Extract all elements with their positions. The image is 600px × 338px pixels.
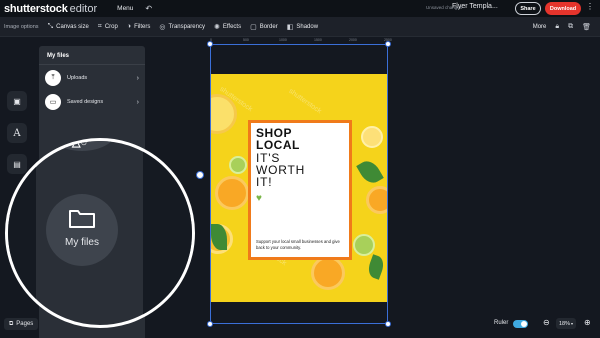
folder-icon [69,210,95,228]
app-logo[interactable]: shutterstock [4,3,68,15]
image-icon: ▣ [13,96,21,106]
ruler-toggle[interactable] [513,320,528,328]
crop-label: Crop [104,23,118,30]
filters-button[interactable]: ◑ Filters [127,23,151,30]
border-label: Border [259,23,278,30]
app-logo-suffix: editor [69,2,98,15]
uploads-item[interactable]: ⤒ Uploads › [45,68,139,88]
saved-designs-label: Saved designs [67,99,104,105]
filters-label: Filters [134,23,151,30]
download-button[interactable]: Download [545,2,581,15]
panel-divider [39,64,145,65]
text-tool[interactable]: A [7,123,27,143]
pages-icon: ⧉ [9,320,14,327]
more-options-icon[interactable]: ⋮ [586,2,594,11]
toolbar-label: Image options [4,23,39,30]
ruler-tick: 1000 [279,38,287,42]
share-button[interactable]: Share [515,2,541,15]
saved-icon: ▭ [45,94,61,110]
shadow-icon: ◧ [286,23,294,31]
effects-label: Effects [222,23,242,30]
effects-button[interactable]: ✺ Effects [214,23,241,31]
document-title[interactable]: Flyer Templa... [452,3,498,10]
toolbar-right-actions: More 🔒︎ ⧉ 🗑︎ [533,17,600,37]
image-options-toolbar: Image options ⤡ Canvas size ⌗ Crop ◑ Filter… [0,17,600,37]
duplicate-icon[interactable]: ⧉ [568,23,573,31]
magnifier-canvas-background [143,141,192,325]
photos-tool[interactable]: ▣ [7,91,27,111]
lock-icon[interactable]: 🔒︎ [555,23,559,31]
zoom-in-icon[interactable]: ⊕ [584,318,591,327]
shadow-label: Shadow [296,23,319,30]
crop-button[interactable]: ⌗ Crop [98,23,118,31]
selection-frame [210,44,388,324]
undo-icon[interactable]: ↶ [145,4,152,13]
chevron-right-icon: › [136,74,139,82]
zoom-level-value: 18% [558,320,570,327]
zoom-out-icon[interactable]: ⊖ [543,318,550,327]
transparency-label: Transparency [168,23,205,30]
resize-handle[interactable] [207,41,213,47]
ruler-tick: 1500 [314,38,322,42]
crop-icon: ⌗ [97,22,102,30]
text-icon: A [13,127,21,139]
border-icon: ▢ [250,23,257,31]
pages-label: Pages [16,321,34,327]
panel-title: My files [47,53,70,59]
shadow-button[interactable]: ◧ Shadow [287,23,318,31]
my-files-label: My files [65,237,99,248]
resize-handle[interactable] [207,321,213,327]
saved-designs-item[interactable]: ▭ Saved designs › [45,92,139,112]
pages-button[interactable]: ⧉ Pages [4,318,39,330]
transparency-icon: ◎ [159,23,166,31]
chevron-right-icon: › [136,98,139,106]
border-button[interactable]: ▢ Border [250,23,278,31]
transparency-button[interactable]: ◎ Transparency [159,23,205,31]
ruler-label: Ruler [494,320,509,326]
more-button[interactable]: More [533,24,547,30]
my-files-button[interactable] [46,194,118,266]
top-bar: shutterstock editor Menu ↶ Unsaved chang… [0,0,600,17]
menu-button[interactable]: Menu [117,5,133,12]
upload-icon: ⤒ [45,70,61,86]
zoom-magnifier: △○ My files [5,138,195,328]
resize-icon: ⤡ [47,22,54,30]
effects-icon: ✺ [213,23,220,31]
uploads-label: Uploads [67,75,88,81]
resize-handle[interactable] [385,321,391,327]
editor-app: shutterstock editor Menu ↶ Unsaved chang… [0,0,600,338]
resize-handle[interactable] [196,171,204,179]
zoom-level-select[interactable]: 18% ▾ [556,318,576,329]
filters-icon: ◑ [126,23,132,30]
canvas-size-button[interactable]: ⤡ Canvas size [48,23,89,31]
ruler-tick: 2000 [349,38,357,42]
ruler-tick: 500 [243,38,249,42]
chevron-down-icon: ▾ [571,321,574,326]
magnifier-rail-background [8,141,36,325]
resize-handle[interactable] [385,41,391,47]
canvas-size-label: Canvas size [56,23,89,30]
delete-icon[interactable]: 🗑︎ [582,23,591,31]
